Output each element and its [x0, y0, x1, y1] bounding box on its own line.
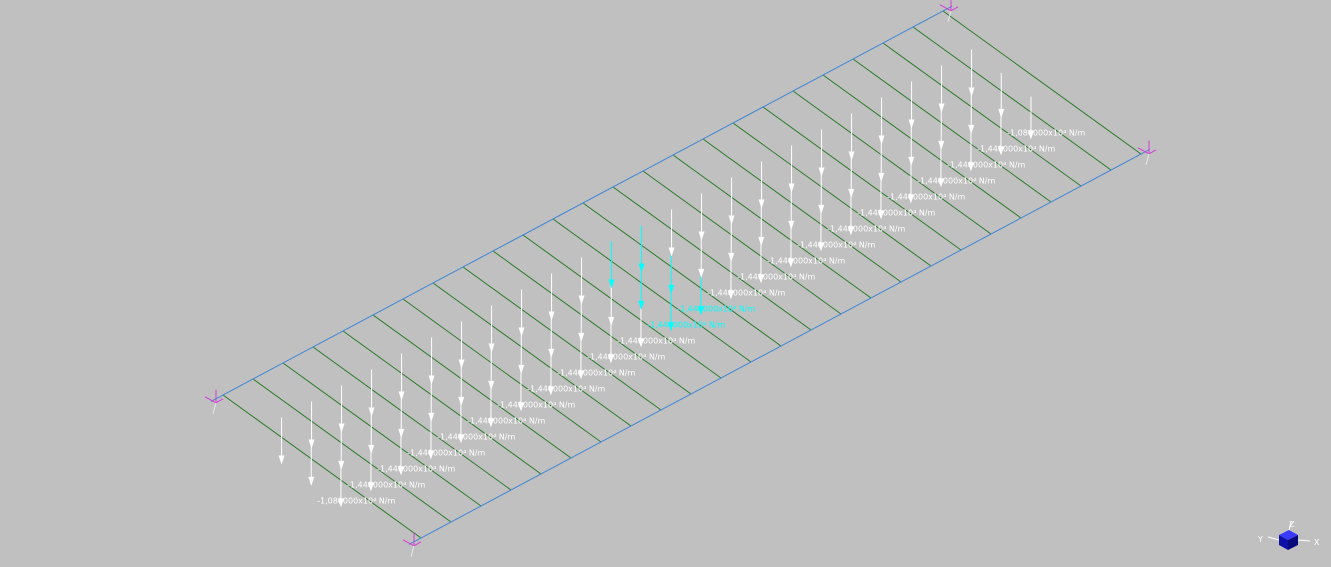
load-arrowhead: [758, 236, 765, 246]
load-diagram: -1,080000x10⁴ N/m -1,440000x10⁴ N/m -1,440…: [278, 49, 1086, 508]
girder-far[interactable]: [408, 148, 1151, 545]
triad-x-axis: [1297, 539, 1311, 542]
load-arrowhead: [608, 279, 615, 289]
load-arrowhead: [338, 460, 345, 470]
load-arrowhead: [788, 220, 795, 230]
support-icon[interactable]: [1137, 140, 1157, 165]
model-viewport[interactable]: -1,080000x10⁴ N/m -1,440000x10⁴ N/m -1,440…: [0, 0, 1331, 567]
load-arrowhead: [848, 188, 855, 198]
load-arrowhead: [578, 332, 585, 342]
load-label: -1,440000x10⁴ N/m: [857, 208, 935, 217]
load-label: -1,440000x10⁴ N/m: [347, 480, 425, 489]
load-arrowhead: [728, 215, 735, 225]
load-arrowhead: [428, 375, 435, 385]
triad-z-label: Z: [1289, 520, 1295, 529]
load-arrowhead: [308, 439, 315, 449]
load-arrowhead: [728, 252, 735, 262]
load-arrowhead: [938, 103, 945, 113]
load-arrowhead: [488, 343, 495, 353]
load-arrowhead: [548, 311, 555, 321]
load-arrowhead: [368, 444, 375, 454]
load-arrowhead: [968, 87, 975, 97]
load-arrowhead: [938, 140, 945, 150]
load-arrowhead: [548, 348, 555, 358]
girder-near[interactable]: [210, 5, 953, 402]
load-label: -1,440000x10⁴ N/m: [437, 432, 515, 441]
load-arrowhead: [998, 108, 1005, 118]
load-arrowhead: [698, 268, 705, 278]
load-arrowhead: [338, 423, 345, 433]
load-label: -1,440000x10⁴ N/m: [677, 304, 755, 313]
load-label: -1,440000x10⁴ N/m: [647, 320, 725, 329]
load-arrowhead: [818, 204, 825, 214]
load-arrowhead: [758, 199, 765, 209]
load-arrowhead: [278, 455, 285, 465]
load-label: -1,440000x10⁴ N/m: [947, 160, 1025, 169]
load-arrowhead: [668, 284, 675, 294]
load-arrowhead: [518, 327, 525, 337]
load-arrowhead: [458, 396, 465, 406]
load-label: -1,440000x10⁴ N/m: [827, 224, 905, 233]
load-label: -1,440000x10⁴ N/m: [707, 288, 785, 297]
load-arrowhead: [788, 183, 795, 193]
load-label: -1,440000x10⁴ N/m: [377, 464, 455, 473]
load-arrowhead: [428, 412, 435, 422]
load-label: -1,440000x10⁴ N/m: [407, 448, 485, 457]
load-label: -1,440000x10⁴ N/m: [977, 144, 1055, 153]
load-label: -1,080000x10⁴ N/m: [1007, 128, 1085, 137]
load-label: -1,440000x10⁴ N/m: [587, 352, 665, 361]
load-group[interactable]: -1,080000x10⁴ N/m: [968, 49, 1086, 140]
axis-triad-icon[interactable]: Z X Y: [1257, 520, 1320, 550]
load-label: -1,440000x10⁴ N/m: [557, 368, 635, 377]
load-label: -1,440000x10⁴ N/m: [617, 336, 695, 345]
structure-frame: [210, 5, 1151, 545]
load-label: -1,440000x10⁴ N/m: [737, 272, 815, 281]
load-arrowhead: [368, 407, 375, 417]
load-label: -1,440000x10⁴ N/m: [497, 400, 575, 409]
load-arrowhead: [698, 231, 705, 241]
load-arrowhead: [308, 476, 315, 486]
load-arrowhead: [458, 359, 465, 369]
load-arrowhead: [488, 380, 495, 390]
load-arrowhead: [398, 391, 405, 401]
load-label: -1,440000x10⁴ N/m: [887, 192, 965, 201]
load-arrowhead: [668, 247, 675, 257]
load-arrowhead: [818, 167, 825, 177]
load-arrowhead: [398, 428, 405, 438]
load-label: -1,440000x10⁴ N/m: [917, 176, 995, 185]
load-arrowhead: [608, 316, 615, 326]
triad-y-label: Y: [1257, 535, 1263, 544]
load-arrowhead: [638, 300, 645, 310]
load-label: -1,440000x10⁴ N/m: [527, 384, 605, 393]
load-arrowhead: [518, 364, 525, 374]
load-arrowhead: [908, 156, 915, 166]
triad-y-axis: [1267, 536, 1280, 541]
load-arrowhead: [638, 263, 645, 273]
load-arrowhead: [578, 295, 585, 305]
load-arrowhead: [908, 119, 915, 129]
triad-x-label: X: [1314, 538, 1320, 547]
load-arrowhead: [878, 135, 885, 145]
load-label: -1,440000x10⁴ N/m: [797, 240, 875, 249]
supports: [204, 0, 1157, 557]
load-arrowhead: [968, 124, 975, 134]
load-label: -1,440000x10⁴ N/m: [467, 416, 545, 425]
support-icon[interactable]: [204, 389, 224, 414]
load-arrowhead: [878, 172, 885, 182]
load-label: -1,080000x10⁴ N/m: [317, 496, 395, 505]
load-arrowhead: [848, 151, 855, 161]
load-label: -1,440000x10⁴ N/m: [767, 256, 845, 265]
